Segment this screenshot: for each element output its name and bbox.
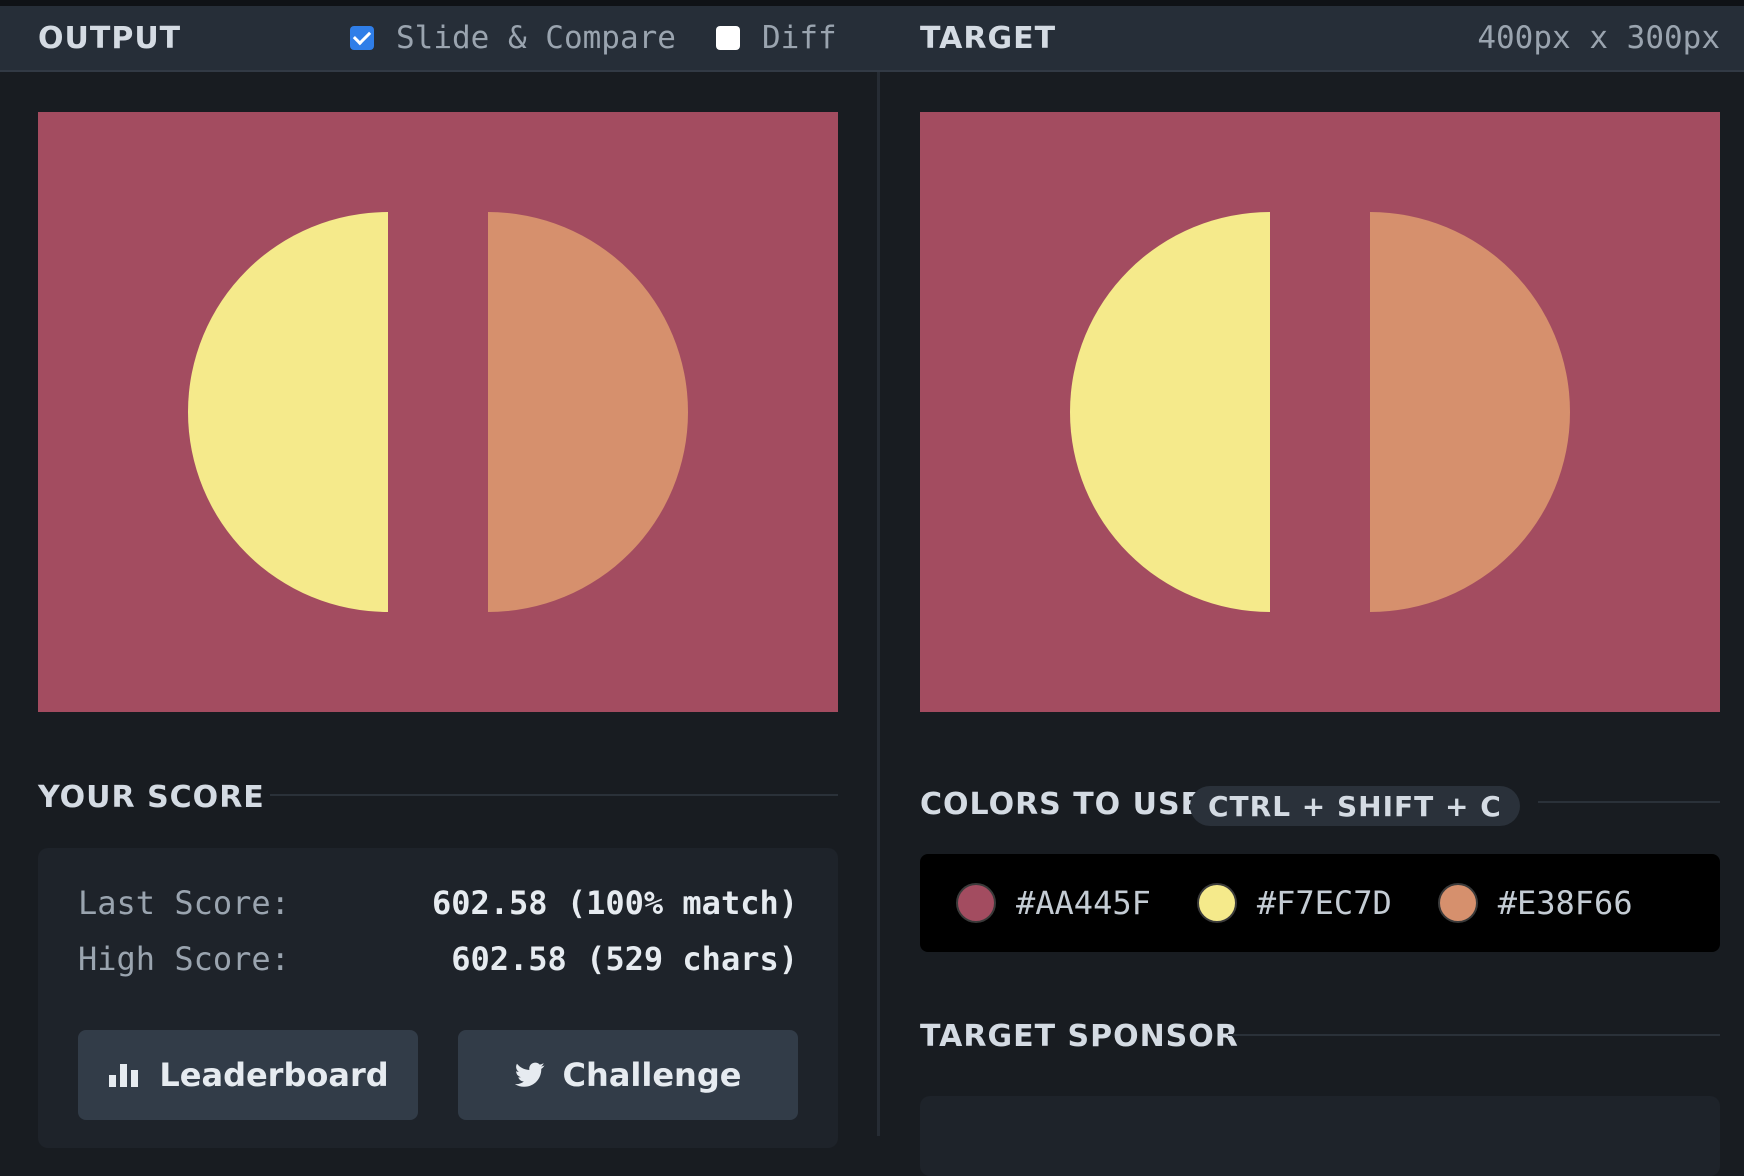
- colors-title: COLORS TO USE: [920, 787, 1203, 822]
- last-score-row: Last Score: 602.58 (100% match): [78, 884, 798, 922]
- color-swatch[interactable]: #E38F66: [1437, 883, 1633, 923]
- color-swatch[interactable]: #AA445F: [956, 883, 1151, 923]
- leaderboard-label: Leaderboard: [159, 1056, 389, 1094]
- output-yellow-half-circle: [188, 212, 388, 612]
- sponsor-panel: [920, 1096, 1720, 1176]
- challenge-label: Challenge: [562, 1056, 742, 1094]
- score-panel: Last Score: 602.58 (100% match) High Sco…: [38, 848, 838, 1148]
- target-yellow-half-circle: [1070, 212, 1270, 612]
- diff-checkbox[interactable]: [716, 26, 740, 50]
- output-orange-half-circle: [488, 212, 688, 612]
- target-orange-half-circle: [1370, 212, 1570, 612]
- last-score-label: Last Score:: [78, 884, 290, 922]
- last-score-value: 602.58 (100% match): [431, 884, 798, 922]
- score-section-rule: [270, 794, 838, 796]
- target-sponsor-title: TARGET SPONSOR: [920, 1019, 1239, 1054]
- target-dimensions: 400px x 300px: [1477, 20, 1720, 56]
- twitter-icon: [514, 1062, 545, 1088]
- toolbar-header: OUTPUT Slide & Compare Diff TARGET 400px…: [0, 6, 1744, 72]
- output-canvas[interactable]: [38, 112, 838, 712]
- target-canvas: [920, 112, 1720, 712]
- bar-chart-icon: [107, 1061, 141, 1089]
- challenge-button[interactable]: Challenge: [458, 1030, 798, 1120]
- swatch-dot: [1196, 883, 1237, 923]
- high-score-value: 602.58 (529 chars): [451, 940, 798, 978]
- sponsor-section-rule: [1228, 1034, 1720, 1036]
- colors-section-rule: [1538, 801, 1720, 803]
- your-score-title: YOUR SCORE: [38, 780, 265, 815]
- diff-label: Diff: [762, 20, 837, 56]
- swatch-dot: [956, 883, 996, 923]
- high-score-row: High Score: 602.58 (529 chars): [78, 940, 798, 978]
- color-palette: #AA445F #F7EC7D #E38F66: [920, 854, 1720, 952]
- copy-colors-shortcut-badge: CTRL + SHIFT + C: [1190, 786, 1520, 826]
- slide-compare-label: Slide & Compare: [396, 20, 676, 56]
- leaderboard-button[interactable]: Leaderboard: [78, 1030, 418, 1120]
- slide-compare-checkbox[interactable]: [350, 26, 374, 50]
- panel-divider: [877, 72, 880, 1136]
- color-hex: #F7EC7D: [1256, 884, 1392, 922]
- diff-toggle[interactable]: Diff: [716, 20, 837, 56]
- color-hex: #E38F66: [1497, 884, 1633, 922]
- target-title: TARGET: [920, 21, 1057, 56]
- output-title: OUTPUT: [38, 21, 182, 56]
- high-score-label: High Score:: [78, 940, 290, 978]
- slide-compare-toggle[interactable]: Slide & Compare: [350, 20, 676, 56]
- color-swatch[interactable]: #F7EC7D: [1196, 883, 1392, 923]
- swatch-dot: [1437, 883, 1478, 923]
- color-hex: #AA445F: [1016, 884, 1151, 922]
